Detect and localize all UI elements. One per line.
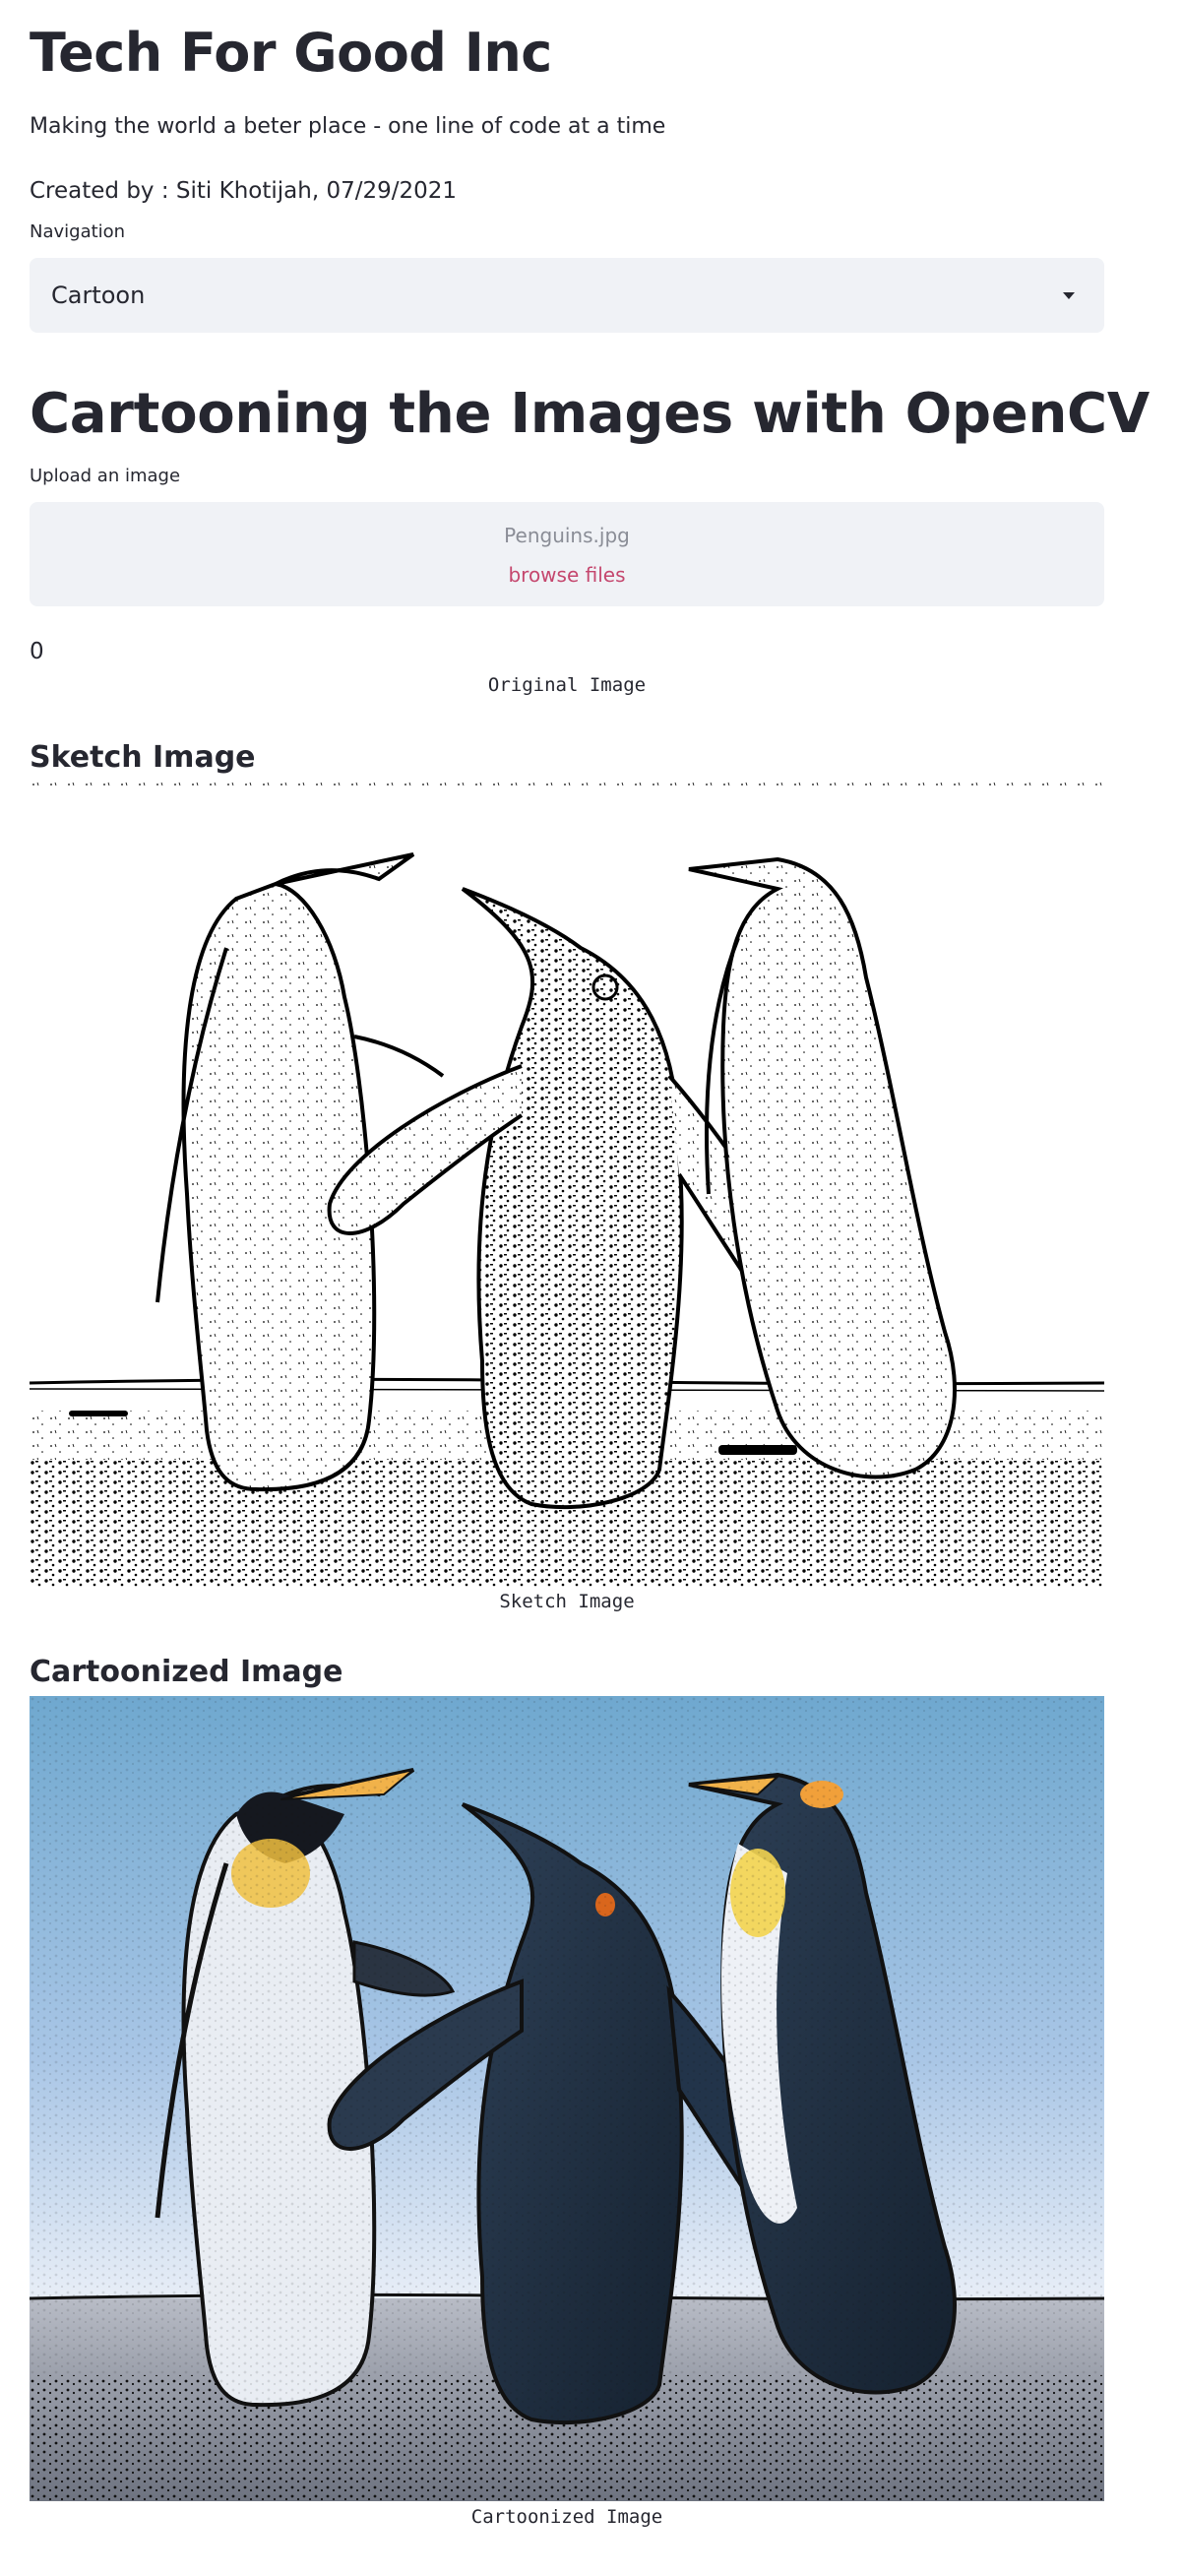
- sketch-heading: Sketch Image: [30, 740, 256, 775]
- navigation-label: Navigation: [30, 221, 126, 242]
- app-subtitle: Making the world a beter place - one lin…: [30, 114, 666, 139]
- cartoonized-image-caption: Cartoonized Image: [470, 2506, 663, 2528]
- sketch-image-caption: Sketch Image: [499, 1591, 635, 1612]
- original-image-caption: Original Image: [487, 674, 647, 696]
- created-by-text: Created by : Siti Khotijah, 07/29/2021: [30, 178, 458, 204]
- cartoonized-image: [30, 1696, 1104, 2501]
- page-heading: Cartooning the Images with OpenCV: [30, 382, 1150, 446]
- upload-label: Upload an image: [30, 466, 181, 486]
- navigation-select[interactable]: Cartoon: [30, 258, 1104, 333]
- value-output: 0: [30, 639, 44, 664]
- navigation-selected-value: Cartoon: [51, 282, 146, 309]
- app-title: Tech For Good Inc: [30, 22, 552, 84]
- caret-down-icon: [1063, 291, 1075, 299]
- sketch-image: [30, 781, 1104, 1588]
- uploaded-file-name: Penguins.jpg: [504, 524, 630, 547]
- browse-files-link[interactable]: browse files: [30, 563, 1104, 587]
- cartoon-heading: Cartoonized Image: [30, 1655, 343, 1689]
- file-uploader[interactable]: Penguins.jpg browse files: [30, 502, 1104, 606]
